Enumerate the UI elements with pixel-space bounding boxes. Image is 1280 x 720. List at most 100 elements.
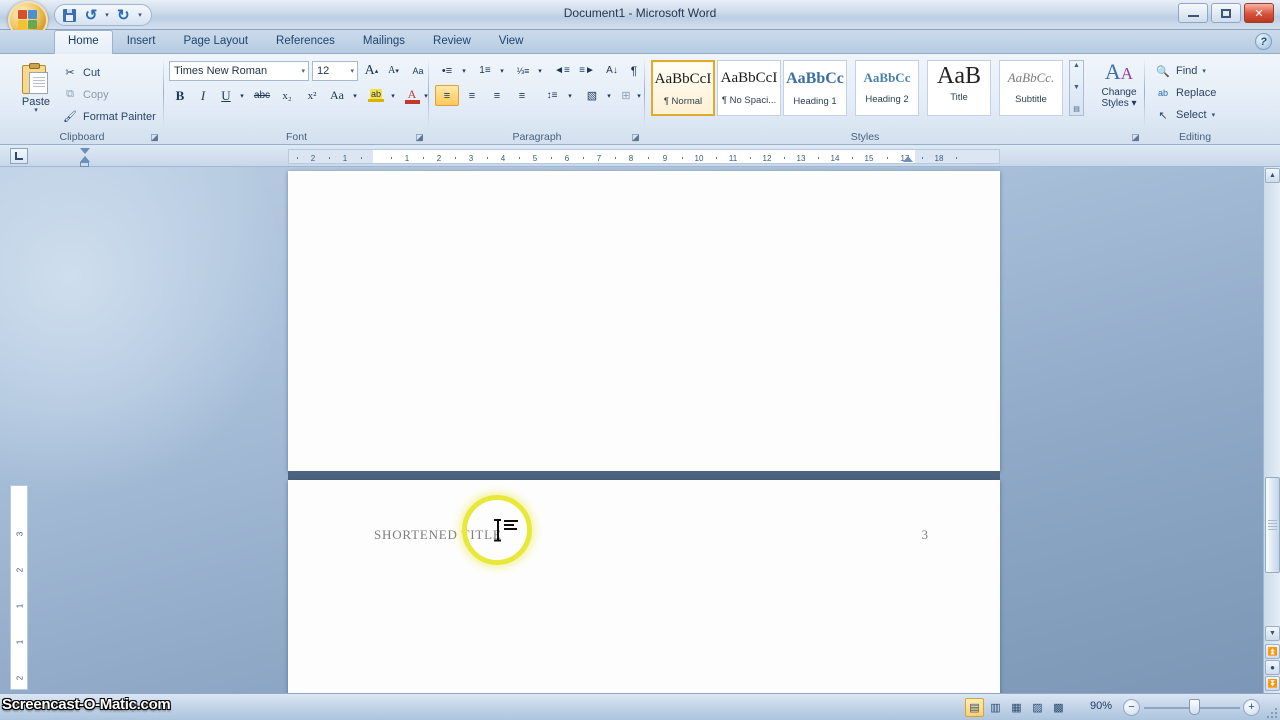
font-dialog-launcher[interactable]: ◪: [414, 132, 425, 143]
restore-button[interactable]: [1211, 3, 1241, 23]
select-browse-object-button[interactable]: ●: [1265, 660, 1280, 675]
justify-button[interactable]: ≡: [510, 85, 534, 106]
cut-button[interactable]: ✂ Cut: [62, 64, 100, 81]
find-button[interactable]: 🔍 Find ▾: [1155, 62, 1206, 80]
view-draft-button[interactable]: ▩: [1049, 698, 1068, 717]
underline-button[interactable]: U: [215, 85, 237, 106]
italic-button[interactable]: I: [192, 85, 214, 106]
style-normal[interactable]: AaBbCcI ¶ Normal: [651, 60, 715, 116]
align-center-button[interactable]: ≡: [460, 85, 484, 106]
document-canvas[interactable]: SHORTENED TITLE 3: [0, 167, 1280, 693]
text-highlight-button[interactable]: ab: [364, 85, 388, 106]
tab-view[interactable]: View: [485, 30, 538, 54]
underline-dropdown[interactable]: ▾: [237, 85, 247, 106]
change-case-dropdown[interactable]: ▾: [350, 85, 360, 106]
scrollbar-thumb[interactable]: [1265, 477, 1280, 573]
copy-button[interactable]: ⧉ Copy: [62, 86, 109, 103]
document-page-1[interactable]: [288, 171, 1000, 471]
zoom-level-label[interactable]: 90%: [1090, 700, 1112, 712]
zoom-slider-thumb[interactable]: [1189, 699, 1200, 715]
tab-review[interactable]: Review: [419, 30, 485, 54]
sort-button[interactable]: A↓: [601, 60, 623, 81]
styles-dialog-launcher[interactable]: ◪: [1130, 132, 1141, 143]
styles-more-icon[interactable]: ▤: [1073, 106, 1080, 114]
scroll-up-button[interactable]: ▲: [1265, 168, 1280, 183]
tab-references[interactable]: References: [262, 30, 349, 54]
style-title[interactable]: AaB Title: [927, 60, 991, 116]
scroll-down-button[interactable]: ▼: [1265, 626, 1280, 641]
show-formatting-marks-button[interactable]: ¶: [624, 60, 644, 81]
shading-dropdown[interactable]: ▾: [604, 85, 614, 106]
view-outline-button[interactable]: ▨: [1028, 698, 1047, 717]
borders-button[interactable]: ⊞: [616, 85, 636, 106]
help-icon[interactable]: ?: [1255, 33, 1272, 50]
replace-button[interactable]: ab Replace: [1155, 84, 1216, 102]
style-heading-1[interactable]: AaBbCс Heading 1: [783, 60, 847, 116]
vruler-tick: 1: [16, 640, 25, 644]
bold-button[interactable]: B: [169, 85, 191, 106]
right-indent-marker[interactable]: [903, 156, 913, 162]
increase-indent-button[interactable]: ≡►: [575, 60, 599, 81]
clear-formatting-button[interactable]: Aa: [407, 60, 429, 81]
format-painter-button[interactable]: 🖌 Format Painter: [62, 108, 156, 125]
view-web-layout-button[interactable]: ▦: [1007, 698, 1026, 717]
styles-gallery-scrollbar[interactable]: ▲ ▼ ▤: [1069, 60, 1084, 116]
tab-insert[interactable]: Insert: [113, 30, 170, 54]
subscript-button[interactable]: x₂: [275, 85, 299, 106]
zoom-out-button[interactable]: −: [1123, 699, 1140, 716]
view-full-screen-reading-button[interactable]: ▥: [986, 698, 1005, 717]
vertical-ruler[interactable]: 3 2 1 1 2: [10, 485, 28, 690]
first-line-indent-marker[interactable]: [80, 148, 90, 154]
paste-button[interactable]: Paste ▾: [14, 60, 58, 122]
multilevel-list-button[interactable]: ⅓≡: [511, 60, 535, 81]
bullets-dropdown[interactable]: ▾: [459, 60, 469, 81]
close-button[interactable]: ✕: [1244, 3, 1274, 23]
tab-mailings[interactable]: Mailings: [349, 30, 419, 54]
numbering-dropdown[interactable]: ▾: [497, 60, 507, 81]
next-page-button[interactable]: ⏬: [1265, 676, 1280, 691]
font-color-button[interactable]: A: [401, 85, 423, 106]
document-page-2[interactable]: SHORTENED TITLE 3: [288, 480, 1000, 693]
horizontal-ruler[interactable]: 2 1 1 2 3 4 5 6 7 8 9 10 11 12 13 14 15 …: [288, 149, 1000, 164]
style-subtitle[interactable]: AaBbCc. Subtitle: [999, 60, 1063, 116]
page-header[interactable]: SHORTENED TITLE 3: [374, 527, 928, 543]
strikethrough-button[interactable]: abc: [250, 85, 274, 106]
style-no-spacing[interactable]: AaBbCcI ¶ No Spaci...: [717, 60, 781, 116]
font-family-combobox[interactable]: Times New Roman ▾: [169, 61, 309, 81]
multilevel-dropdown[interactable]: ▾: [535, 60, 545, 81]
highlight-dropdown[interactable]: ▾: [388, 85, 398, 106]
numbering-button[interactable]: 1≡: [473, 60, 497, 81]
binoculars-icon: 🔍: [1155, 64, 1171, 79]
style-heading-2[interactable]: AaBbCc Heading 2: [855, 60, 919, 116]
scroll-up-icon[interactable]: ▲: [1073, 62, 1080, 70]
font-size-combobox[interactable]: 12 ▾: [312, 61, 358, 81]
tab-stop-selector[interactable]: [10, 148, 28, 164]
vertical-scrollbar[interactable]: ▲ ▼ ⏫ ● ⏬: [1263, 167, 1280, 693]
zoom-in-button[interactable]: +: [1243, 699, 1260, 716]
scroll-down-icon[interactable]: ▼: [1073, 84, 1080, 92]
minimize-button[interactable]: [1178, 3, 1208, 23]
shrink-font-button[interactable]: A▾: [383, 60, 404, 81]
select-button[interactable]: ↖ Select ▾: [1155, 106, 1215, 124]
resize-grip-icon[interactable]: [1265, 706, 1277, 718]
tab-home[interactable]: Home: [54, 30, 113, 54]
superscript-button[interactable]: x²: [300, 85, 324, 106]
paragraph-dialog-launcher[interactable]: ◪: [630, 132, 641, 143]
change-styles-button[interactable]: AA Change Styles ▾: [1095, 61, 1143, 109]
grow-font-button[interactable]: A▴: [361, 60, 382, 81]
line-spacing-dropdown[interactable]: ▾: [565, 85, 575, 106]
ruler-tick: 11: [729, 155, 737, 163]
align-left-button[interactable]: ≡: [435, 85, 459, 106]
line-spacing-button[interactable]: ↕≡: [539, 85, 565, 106]
bullets-button[interactable]: •≡: [435, 60, 459, 81]
previous-page-button[interactable]: ⏫: [1265, 644, 1280, 659]
clipboard-dialog-launcher[interactable]: ◪: [149, 132, 160, 143]
change-case-button[interactable]: Aa: [325, 85, 349, 106]
view-print-layout-button[interactable]: ▤: [965, 698, 984, 717]
vruler-tick: 2: [16, 676, 25, 680]
borders-dropdown[interactable]: ▾: [634, 85, 644, 106]
shading-button[interactable]: ▧: [580, 85, 604, 106]
decrease-indent-button[interactable]: ◄≡: [550, 60, 574, 81]
align-right-button[interactable]: ≡: [485, 85, 509, 106]
tab-page-layout[interactable]: Page Layout: [169, 30, 262, 54]
